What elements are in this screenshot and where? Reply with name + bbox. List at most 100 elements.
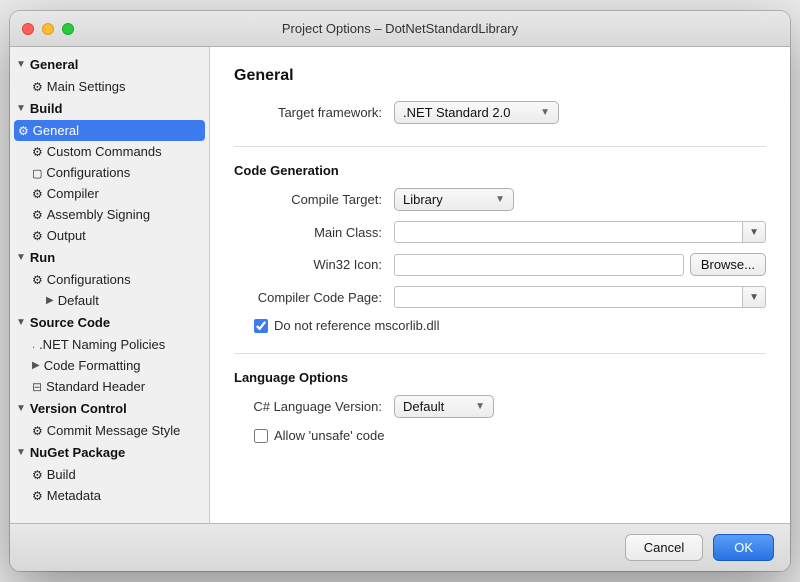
titlebar: Project Options – DotNetStandardLibrary: [10, 11, 790, 47]
gear-icon: [32, 488, 47, 503]
gear-icon: [18, 123, 33, 138]
sidebar-item-compiler-label: Compiler: [47, 186, 99, 201]
mscorlib-row: Do not reference mscorlib.dll: [234, 318, 766, 333]
sidebar-item-nuget-build[interactable]: Build: [10, 464, 209, 485]
sidebar-item-code-formatting-label: Code Formatting: [44, 358, 141, 373]
sidebar-item-output[interactable]: Output: [10, 225, 209, 246]
sidebar-group-source-code-label: Source Code: [30, 315, 110, 330]
sidebar-item-custom-commands-label: Custom Commands: [47, 144, 162, 159]
gear-icon: [32, 272, 47, 287]
csharp-lang-dropdown[interactable]: Default ▼: [394, 395, 494, 418]
project-options-window: Project Options – DotNetStandardLibrary …: [10, 11, 790, 571]
target-framework-dropdown[interactable]: .NET Standard 2.0 ▼: [394, 101, 559, 124]
separator-2: [234, 353, 766, 354]
dropdown-arrow-icon: ▼: [469, 401, 485, 412]
win32-icon-label: Win32 Icon:: [234, 257, 394, 272]
gear-icon: [32, 186, 47, 201]
sidebar-group-general-label: General: [30, 57, 78, 72]
target-framework-value: .NET Standard 2.0: [403, 105, 510, 120]
sidebar-item-net-naming[interactable]: . .NET Naming Policies: [10, 334, 209, 355]
sidebar-item-configurations[interactable]: Configurations: [10, 162, 209, 183]
sidebar-item-custom-commands[interactable]: Custom Commands: [10, 141, 209, 162]
code-generation-title: Code Generation: [234, 163, 766, 178]
sidebar-item-nuget-build-label: Build: [47, 467, 76, 482]
source-code-disclosure-arrow: [16, 317, 26, 328]
win32-icon-input[interactable]: [394, 254, 684, 276]
sidebar-group-vc-label: Version Control: [30, 401, 127, 416]
csharp-lang-control: Default ▼: [394, 395, 766, 418]
compiler-code-page-arrow[interactable]: ▼: [742, 286, 766, 308]
main-class-input[interactable]: [394, 221, 742, 243]
close-button[interactable]: [22, 23, 34, 35]
compiler-code-page-label: Compiler Code Page:: [234, 290, 394, 305]
unsafe-code-row: Allow 'unsafe' code: [234, 428, 766, 443]
main-class-combo: ▼: [394, 221, 766, 243]
dropdown-arrow-icon: ▼: [489, 194, 505, 205]
mscorlib-checkbox[interactable]: [254, 319, 268, 333]
rect-icon: [32, 165, 46, 180]
sidebar-item-assembly-signing-label: Assembly Signing: [47, 207, 150, 222]
nuget-disclosure-arrow: [16, 447, 26, 458]
gear-icon: [32, 423, 47, 438]
minimize-button[interactable]: [42, 23, 54, 35]
dropdown-arrow-icon: ▼: [534, 107, 550, 118]
sidebar-item-standard-header[interactable]: ⊟ Standard Header: [10, 376, 209, 397]
traffic-lights: [22, 23, 74, 35]
gear-icon: [32, 228, 47, 243]
sidebar-group-run[interactable]: Run: [10, 246, 209, 269]
compile-target-label: Compile Target:: [234, 192, 394, 207]
sidebar-group-run-label: Run: [30, 250, 55, 265]
sidebar-item-commit-message-label: Commit Message Style: [47, 423, 181, 438]
main-class-dropdown-arrow[interactable]: ▼: [742, 221, 766, 243]
sidebar-item-build-general-label: General: [33, 123, 79, 138]
sidebar-item-nuget-metadata[interactable]: Metadata: [10, 485, 209, 506]
main-class-control: ▼: [394, 221, 766, 243]
compile-target-dropdown[interactable]: Library ▼: [394, 188, 514, 211]
sidebar-item-run-configurations[interactable]: Configurations: [10, 269, 209, 290]
cancel-button[interactable]: Cancel: [625, 534, 703, 561]
csharp-lang-label: C# Language Version:: [234, 399, 394, 414]
target-framework-label: Target framework:: [234, 105, 394, 120]
sidebar-item-main-settings[interactable]: Main Settings: [10, 76, 209, 97]
sidebar-item-build-general[interactable]: General: [14, 120, 205, 141]
sidebar-item-net-naming-label: .NET Naming Policies: [39, 337, 165, 352]
sidebar-item-run-default[interactable]: ▶ Default: [10, 290, 209, 311]
target-framework-row: Target framework: .NET Standard 2.0 ▼: [234, 101, 766, 124]
separator-1: [234, 146, 766, 147]
main-panel: General Target framework: .NET Standard …: [210, 47, 790, 523]
target-framework-control: .NET Standard 2.0 ▼: [394, 101, 766, 124]
content-area: General Main Settings Build General Cust…: [10, 47, 790, 523]
mscorlib-label: Do not reference mscorlib.dll: [274, 318, 439, 333]
sidebar-item-code-formatting[interactable]: ▶ Code Formatting: [10, 355, 209, 376]
sidebar-item-commit-message[interactable]: Commit Message Style: [10, 420, 209, 441]
vc-disclosure-arrow: [16, 403, 26, 414]
browse-button[interactable]: Browse...: [690, 253, 766, 276]
sidebar-item-configurations-label: Configurations: [46, 165, 130, 180]
compiler-code-page-combo: ▼: [394, 286, 766, 308]
sidebar-group-version-control[interactable]: Version Control: [10, 397, 209, 420]
unsafe-code-checkbox[interactable]: [254, 429, 268, 443]
maximize-button[interactable]: [62, 23, 74, 35]
ok-button[interactable]: OK: [713, 534, 774, 561]
sidebar-item-compiler[interactable]: Compiler: [10, 183, 209, 204]
main-class-label: Main Class:: [234, 225, 394, 240]
main-class-row: Main Class: ▼: [234, 221, 766, 243]
sidebar-item-run-configurations-label: Configurations: [47, 272, 131, 287]
sidebar-group-build[interactable]: Build: [10, 97, 209, 120]
panel-title: General: [234, 67, 766, 85]
csharp-lang-value: Default: [403, 399, 444, 414]
sidebar: General Main Settings Build General Cust…: [10, 47, 210, 523]
sidebar-item-standard-header-label: Standard Header: [46, 379, 145, 394]
sidebar-group-nuget[interactable]: NuGet Package: [10, 441, 209, 464]
unsafe-code-label: Allow 'unsafe' code: [274, 428, 384, 443]
win32-icon-row: Win32 Icon: Browse...: [234, 253, 766, 276]
csharp-lang-row: C# Language Version: Default ▼: [234, 395, 766, 418]
sidebar-group-general[interactable]: General: [10, 53, 209, 76]
compiler-code-page-input[interactable]: [394, 286, 742, 308]
gear-icon: [32, 144, 47, 159]
compile-target-row: Compile Target: Library ▼: [234, 188, 766, 211]
sidebar-group-build-label: Build: [30, 101, 63, 116]
sidebar-group-source-code[interactable]: Source Code: [10, 311, 209, 334]
compile-target-value: Library: [403, 192, 443, 207]
sidebar-item-assembly-signing[interactable]: Assembly Signing: [10, 204, 209, 225]
